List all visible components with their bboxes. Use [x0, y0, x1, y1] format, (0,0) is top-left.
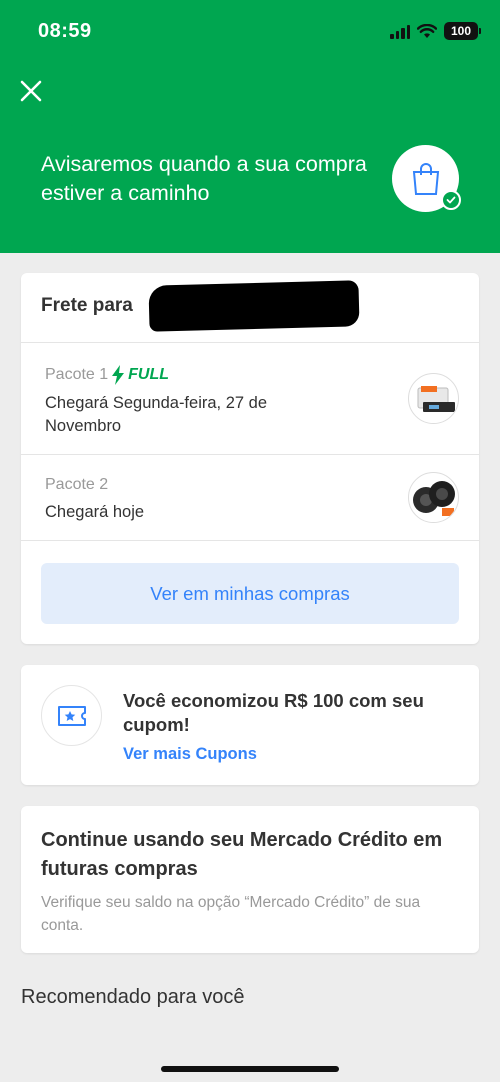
package-name: Pacote 1 — [45, 366, 109, 383]
full-label: FULL — [128, 366, 170, 383]
mercado-credito-card: Continue usando seu Mercado Crédito em f… — [21, 806, 479, 953]
shipping-title-row: Frete para — [21, 273, 479, 343]
full-badge: FULL — [111, 365, 169, 385]
package-delivery: Chegará Segunda-feira, 27 de Novembro — [45, 394, 267, 435]
package-label: Pacote 1 FULL — [45, 365, 169, 385]
more-coupons-link[interactable]: Ver mais Cupons — [123, 745, 257, 764]
credit-title: Continue usando seu Mercado Crédito em f… — [41, 829, 443, 880]
coupon-message: Você economizou R$ 100 com seu cupom! — [123, 690, 424, 735]
signal-icon — [390, 24, 410, 39]
status-icons: 100 — [390, 22, 481, 40]
confirmation-message: Avisaremos quando a sua compra estiver a… — [41, 152, 367, 205]
battery-level: 100 — [450, 24, 472, 38]
package-item[interactable]: Pacote 2 Chegará hoje — [21, 455, 479, 541]
check-icon — [446, 196, 456, 204]
coupon-card: Você economizou R$ 100 com seu cupom! Ve… — [21, 665, 479, 785]
battery-icon: 100 — [444, 22, 481, 40]
shopping-bag-icon — [412, 162, 439, 195]
package-delivery: Chegará hoje — [45, 503, 145, 521]
status-time: 08:59 — [38, 20, 92, 42]
home-indicator — [161, 1066, 339, 1072]
wifi-icon — [417, 23, 437, 38]
close-icon — [20, 80, 42, 102]
redacted-address — [148, 280, 360, 332]
close-button[interactable] — [18, 78, 44, 104]
product-thumbnail — [408, 373, 459, 424]
view-purchases-button[interactable]: Ver em minhas compras — [41, 563, 459, 624]
package-name: Pacote 2 — [45, 476, 109, 493]
lightning-icon — [112, 365, 125, 385]
coupon-icon — [57, 705, 86, 726]
product-thumbnail — [408, 472, 459, 523]
credit-description: Verifique seu saldo na opção “Mercado Cr… — [41, 894, 421, 934]
check-badge — [441, 190, 461, 210]
package-item[interactable]: Pacote 1 FULL Chegará Segunda-feira, 27 … — [21, 343, 479, 455]
shipping-title: Frete para — [41, 295, 133, 316]
shipping-card: Frete para Pacote 1 FULL Chegará Segunda… — [21, 273, 479, 644]
coupon-badge — [41, 685, 102, 746]
recommendations-title: Recomendado para você — [21, 986, 245, 1008]
confirmation-header: 08:59 100 Avisaremos quando a sua compra… — [0, 0, 500, 253]
